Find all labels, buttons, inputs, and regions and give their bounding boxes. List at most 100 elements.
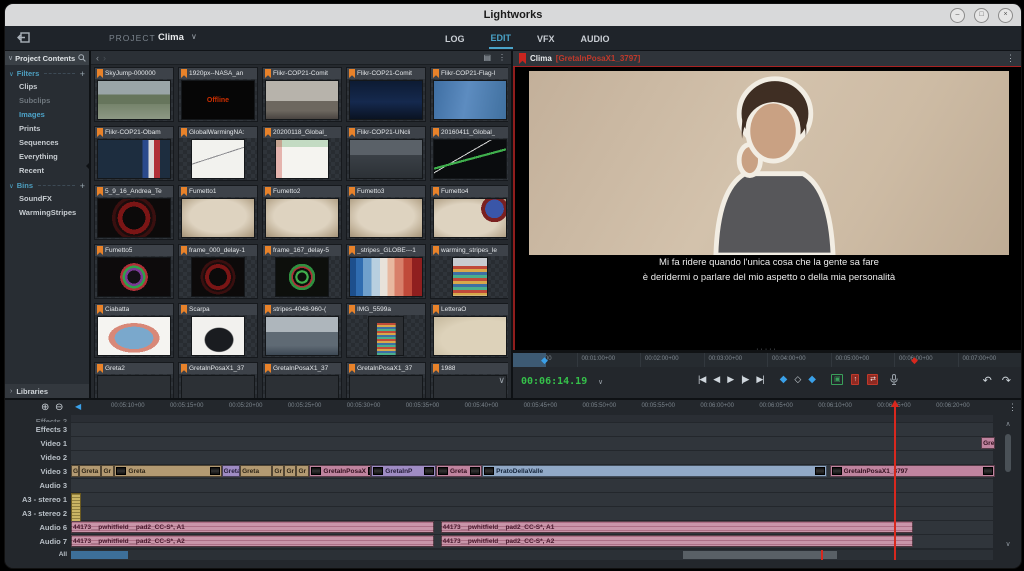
insert-edit-button[interactable]: ↑ [851, 374, 860, 385]
timeline-navigator[interactable] [71, 550, 993, 560]
filters-section-header[interactable]: ∨ Filters + [5, 65, 89, 79]
a3-stereo-clip[interactable] [71, 493, 81, 522]
sidebar-filter-item[interactable]: Subclips [5, 93, 89, 107]
mark-out-button[interactable]: ◆ [808, 374, 815, 385]
media-tile[interactable]: Flikr-COP21-Obam [94, 126, 174, 181]
media-tile[interactable]: warming_stripes_le [430, 244, 508, 299]
media-tile[interactable]: IMG_5599a [346, 303, 426, 358]
media-tile[interactable]: Flikr-COP21-Comit [262, 67, 342, 122]
track-label[interactable]: Audio 6 [5, 521, 71, 534]
media-tile[interactable]: Scarpa [178, 303, 258, 358]
mark-in-button[interactable]: ◆ [780, 374, 787, 385]
viewer-playhead-marker[interactable]: ◆ [911, 354, 918, 366]
main-tab[interactable]: AUDIO [579, 29, 612, 48]
tile-menu-icon[interactable]: ⋮ [498, 53, 506, 62]
sync-button[interactable]: ▣ [831, 374, 843, 385]
exit-project-icon[interactable] [17, 32, 30, 43]
nav-back-button[interactable]: ‹ [96, 53, 99, 63]
media-tile[interactable]: Fumetto1 [178, 185, 258, 240]
track-body[interactable] [71, 423, 993, 436]
track-label[interactable]: Video 3 [5, 465, 71, 478]
track-label[interactable]: A3 - stereo 1 [5, 493, 71, 506]
media-tile[interactable]: 20160411_Global_ [430, 126, 508, 181]
sidebar-filter-item[interactable]: Sequences [5, 135, 89, 149]
skip-to-start-button[interactable]: |◀ [698, 374, 705, 385]
track-label[interactable]: Video 2 [5, 451, 71, 464]
track-label[interactable]: Effects 2 [5, 415, 71, 422]
add-bin-button[interactable]: + [80, 183, 85, 189]
timeline-menu-icon[interactable]: ⋮ [1008, 402, 1017, 413]
audio-clip[interactable]: 44173__pwhitfield__pad2_CC-S*, A1 [441, 521, 913, 533]
timeline-clip[interactable]: G [71, 465, 79, 477]
step-forward-button[interactable]: |▶ [741, 374, 748, 385]
play-button[interactable]: ▶ [727, 374, 733, 385]
media-tile[interactable]: Fumetto4 [430, 185, 508, 240]
media-tile[interactable]: SkyJump-000000 [94, 67, 174, 122]
media-tile[interactable]: Flikr-COP21-UNcli [346, 126, 426, 181]
track-label[interactable]: A3 - stereo 2 [5, 507, 71, 520]
media-tile[interactable]: 5_9_16_Andrea_Te [94, 185, 174, 240]
grid-scroll-down-icon[interactable]: ∨ [498, 375, 505, 386]
navigator-range[interactable] [71, 551, 128, 559]
timeline-clip[interactable]: Greta [981, 437, 995, 449]
tile-view-icon[interactable]: ▤ [483, 53, 491, 62]
audio-clip[interactable]: 44173__pwhitfield__pad2_CC-S*, A2 [71, 535, 434, 547]
media-tile[interactable]: stripes-4048-960-( [262, 303, 342, 358]
track-label[interactable]: Video 1 [5, 437, 71, 450]
timeline-clip[interactable]: GretaInP [371, 465, 436, 477]
mark-clear-button[interactable]: ◇ [794, 374, 800, 385]
media-tile[interactable]: Fumetto3 [346, 185, 426, 240]
timecode-display[interactable]: 00:06:14.19 [521, 376, 587, 387]
media-tile[interactable]: 1988 [430, 362, 508, 398]
media-tile[interactable]: Flikr-COP21-Flag-l [430, 67, 508, 122]
project-name[interactable]: Clima [158, 32, 184, 43]
timeline-vscrollbar[interactable]: ∧ ∨ [1003, 420, 1013, 548]
track-body[interactable] [71, 479, 993, 492]
media-tile[interactable]: frame_167_delay-5 [262, 244, 342, 299]
track-body[interactable] [71, 493, 993, 506]
in-point-marker[interactable]: ◆ [541, 354, 548, 366]
search-icon[interactable] [78, 54, 86, 62]
media-tile[interactable]: Ciabatta [94, 303, 174, 358]
timeline-zoom-out-icon[interactable]: ⊖ [55, 402, 63, 413]
track-label[interactable]: Effects 3 [5, 423, 71, 436]
timeline-clip[interactable]: Greta [240, 465, 272, 477]
track-label[interactable]: Audio 3 [5, 479, 71, 492]
media-tile[interactable]: 1920px--NASA_an Offline [178, 67, 258, 122]
sidebar-filter-item[interactable]: Recent [5, 163, 89, 177]
media-tile[interactable]: GlobalWarmingNA: [178, 126, 258, 181]
viewer-timebar[interactable]: 00:00:00+0000:01:00+0000:02:00+0000:03:0… [513, 353, 1021, 367]
timeline-clip[interactable]: Gr [272, 465, 284, 477]
sidebar-filter-item[interactable]: Clips [5, 79, 89, 93]
project-contents-header[interactable]: ∨ Project Contents [5, 51, 89, 65]
vscroll-thumb[interactable] [1005, 434, 1011, 472]
sidebar-filter-item[interactable]: Prints [5, 121, 89, 135]
timeline-clip[interactable]: PratoDellaValle [482, 465, 827, 477]
timeline-clip[interactable]: Gr [296, 465, 309, 477]
scroll-up-icon[interactable]: ∧ [1003, 420, 1013, 428]
video-preview[interactable]: Mi fa ridere quando l'unica cosa che la … [513, 67, 1022, 350]
main-tab[interactable]: LOG [443, 29, 467, 48]
project-chevron-icon[interactable]: ∨ [191, 32, 197, 41]
bins-section-header[interactable]: ∨ Bins + [5, 177, 89, 191]
all-track-label[interactable]: All [5, 550, 71, 560]
hscroll-thumb[interactable] [683, 551, 837, 559]
step-back-button[interactable]: ◀ [713, 374, 719, 385]
maximize-button[interactable]: □ [974, 8, 989, 23]
media-tile[interactable]: GretaInPosaX1_37 [178, 362, 258, 398]
replace-edit-button[interactable]: ⇄ [867, 374, 878, 385]
main-tab[interactable]: VFX [535, 29, 557, 48]
close-button[interactable]: × [998, 8, 1013, 23]
libraries-section[interactable]: › Libraries [5, 384, 89, 398]
track-body[interactable] [71, 451, 993, 464]
media-tile[interactable]: _stripes_GLOBE---1 [346, 244, 426, 299]
track-body[interactable] [71, 507, 993, 520]
timeline-clip[interactable]: Greta [436, 465, 482, 477]
sidebar-bin-item[interactable]: SoundFX [5, 191, 89, 205]
skip-to-end-button[interactable]: ▶| [756, 374, 763, 385]
timeline-ruler[interactable]: 00:05:10+0000:05:15+0000:05:20+0000:05:2… [71, 400, 995, 415]
media-tile[interactable]: Greta2 [94, 362, 174, 398]
redo-button[interactable]: ↷ [1002, 374, 1011, 387]
media-tile[interactable]: Fumetto5 [94, 244, 174, 299]
sidebar-filter-item[interactable]: Everything [5, 149, 89, 163]
